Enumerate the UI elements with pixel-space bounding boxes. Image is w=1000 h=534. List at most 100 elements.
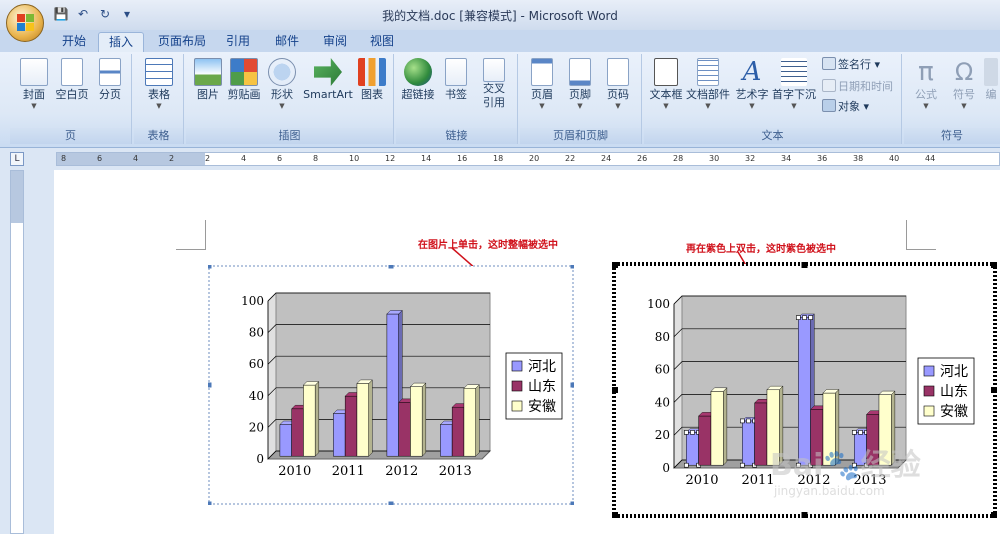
annotation-right: 再在紫色上双击，这时紫色被选中 bbox=[686, 244, 836, 255]
pi-icon: π bbox=[918, 57, 934, 87]
bar bbox=[410, 386, 423, 457]
series-selection-handle bbox=[796, 315, 801, 320]
tab-mailings[interactable]: 邮件 bbox=[265, 32, 309, 52]
bar bbox=[710, 391, 724, 466]
bar bbox=[686, 432, 699, 466]
chart-button[interactable]: 图表 bbox=[350, 56, 394, 126]
resize-handle bbox=[991, 512, 997, 518]
legend-label: 山东 bbox=[528, 379, 556, 395]
legend-label: 河北 bbox=[940, 364, 968, 380]
text-box-button[interactable]: 文本框 ▼ bbox=[644, 56, 688, 126]
resize-handle bbox=[388, 501, 394, 505]
y-tick-label: 20 bbox=[655, 428, 670, 442]
series-selection-handle bbox=[802, 315, 807, 320]
object-button[interactable]: 对象 ▾ bbox=[822, 98, 869, 116]
series-selection-handle bbox=[684, 462, 689, 468]
bar bbox=[822, 392, 836, 466]
ruler-tick-label: 16 bbox=[457, 154, 468, 163]
resize-handle bbox=[570, 265, 574, 269]
group-header-footer: 页眉 ▼ 页脚 ▼ 页码 ▼ 页眉和页脚 bbox=[520, 54, 642, 144]
margin-corner-mark bbox=[906, 220, 936, 250]
legend-label: 山东 bbox=[940, 384, 968, 400]
bar-side bbox=[779, 385, 784, 466]
bar bbox=[810, 409, 824, 466]
quick-parts-button[interactable]: 文档部件 ▼ bbox=[686, 56, 730, 126]
series-selection-handle bbox=[740, 462, 745, 468]
table-button[interactable]: 表格 ▼ bbox=[137, 56, 181, 126]
page-number-button[interactable]: 页码 ▼ bbox=[596, 56, 640, 126]
symbol-button[interactable]: Ω 符号 ▼ bbox=[942, 56, 986, 126]
bar bbox=[398, 402, 411, 457]
resize-handle bbox=[570, 382, 574, 388]
tab-references[interactable]: 引用 bbox=[216, 32, 260, 52]
tab-home[interactable]: 开始 bbox=[52, 32, 96, 52]
smartart-icon bbox=[314, 58, 342, 86]
x-tick-label: 2013 bbox=[853, 473, 886, 488]
wordart-button[interactable]: A 艺术字 ▼ bbox=[730, 56, 774, 126]
numbering-button[interactable]: 编 bbox=[982, 56, 1000, 126]
shapes-button[interactable]: 形状 ▼ bbox=[260, 56, 304, 126]
legend-label: 安徽 bbox=[940, 404, 968, 420]
x-tick-label: 2010 bbox=[278, 464, 311, 479]
x-tick-label: 2012 bbox=[385, 464, 418, 479]
bar bbox=[798, 317, 811, 466]
cross-reference-icon bbox=[483, 58, 505, 82]
date-time-button[interactable]: 日期和时间 bbox=[822, 78, 893, 96]
chevron-down-icon: ▼ bbox=[749, 102, 755, 110]
ruler-tick-label: 34 bbox=[781, 154, 792, 163]
omega-icon: Ω bbox=[954, 58, 974, 86]
ruler-tick-label: 4 bbox=[133, 154, 139, 163]
group-symbols: π 公式 ▼ Ω 符号 ▼ 编 符号 bbox=[904, 54, 1000, 144]
bar bbox=[440, 424, 453, 457]
shapes-icon bbox=[268, 58, 296, 86]
object-icon bbox=[822, 99, 836, 112]
ruler-tick-label: 24 bbox=[601, 154, 612, 163]
ruler-tick-label: 38 bbox=[853, 154, 864, 163]
page-break-icon bbox=[99, 58, 121, 86]
bar-side bbox=[315, 381, 320, 457]
y-tick-label: 0 bbox=[662, 461, 670, 475]
ruler-tick-label: 12 bbox=[385, 154, 396, 163]
series-selection-handle bbox=[746, 418, 751, 424]
legend-swatch bbox=[923, 405, 935, 417]
smartart-button[interactable]: SmartArt bbox=[302, 56, 354, 126]
bar-side bbox=[422, 382, 427, 457]
horizontal-ruler[interactable]: 8 6 4 2 2 4 6 8 10 12 14 16 18 20 22 24 26 28 30 32 34 36 38 40… bbox=[56, 152, 1000, 166]
cross-reference-button[interactable]: 交叉 引用 bbox=[472, 56, 516, 126]
tab-review[interactable]: 审阅 bbox=[313, 32, 357, 52]
resize-handle bbox=[991, 387, 997, 393]
office-logo-icon bbox=[17, 14, 35, 32]
x-tick-label: 2010 bbox=[685, 473, 718, 488]
x-tick-label: 2012 bbox=[797, 473, 830, 488]
group-illustrations: 图片 剪贴画 形状 ▼ SmartArt 图表 插图 bbox=[186, 54, 394, 144]
drop-cap-button[interactable]: 首字下沉 ▼ bbox=[772, 56, 816, 126]
chevron-down-icon: ▼ bbox=[791, 102, 797, 110]
y-tick-label: 60 bbox=[655, 363, 670, 377]
y-tick-label: 80 bbox=[655, 330, 670, 344]
tab-insert[interactable]: 插入 bbox=[98, 32, 145, 52]
series-selection-handle bbox=[690, 430, 695, 435]
vertical-ruler[interactable] bbox=[10, 170, 24, 534]
resize-handle bbox=[801, 262, 808, 268]
bookmark-icon bbox=[445, 58, 467, 86]
x-tick-label: 2011 bbox=[741, 473, 774, 488]
bar bbox=[866, 414, 880, 466]
office-button[interactable] bbox=[6, 4, 44, 42]
bar bbox=[742, 420, 755, 466]
tab-page-layout[interactable]: 页面布局 bbox=[148, 32, 216, 52]
cover-page-icon bbox=[20, 58, 48, 86]
tab-selector[interactable]: L bbox=[10, 152, 24, 166]
legend-swatch bbox=[511, 380, 523, 392]
chevron-down-icon: ▼ bbox=[156, 102, 162, 110]
page-break-button[interactable]: 分页 bbox=[88, 56, 132, 126]
chart-left[interactable]: 0 20 40 60 80 100 2010 2011 2012 2013 河北山东安徽 bbox=[208, 265, 574, 505]
bar bbox=[279, 424, 292, 457]
chevron-down-icon: ▼ bbox=[279, 102, 285, 110]
signature-line-button[interactable]: 签名行 ▾ bbox=[822, 56, 880, 74]
chart-right[interactable]: 0 20 40 60 80 100 2010 2011 2012 2013 河北山东安徽 bbox=[612, 262, 997, 518]
y-tick-label: 80 bbox=[249, 326, 264, 340]
bar bbox=[291, 408, 304, 457]
window-title: 我的文档.doc [兼容模式] - Microsoft Word bbox=[382, 9, 618, 23]
ruler-tick-label: 2 bbox=[169, 154, 175, 163]
tab-view[interactable]: 视图 bbox=[360, 32, 404, 52]
